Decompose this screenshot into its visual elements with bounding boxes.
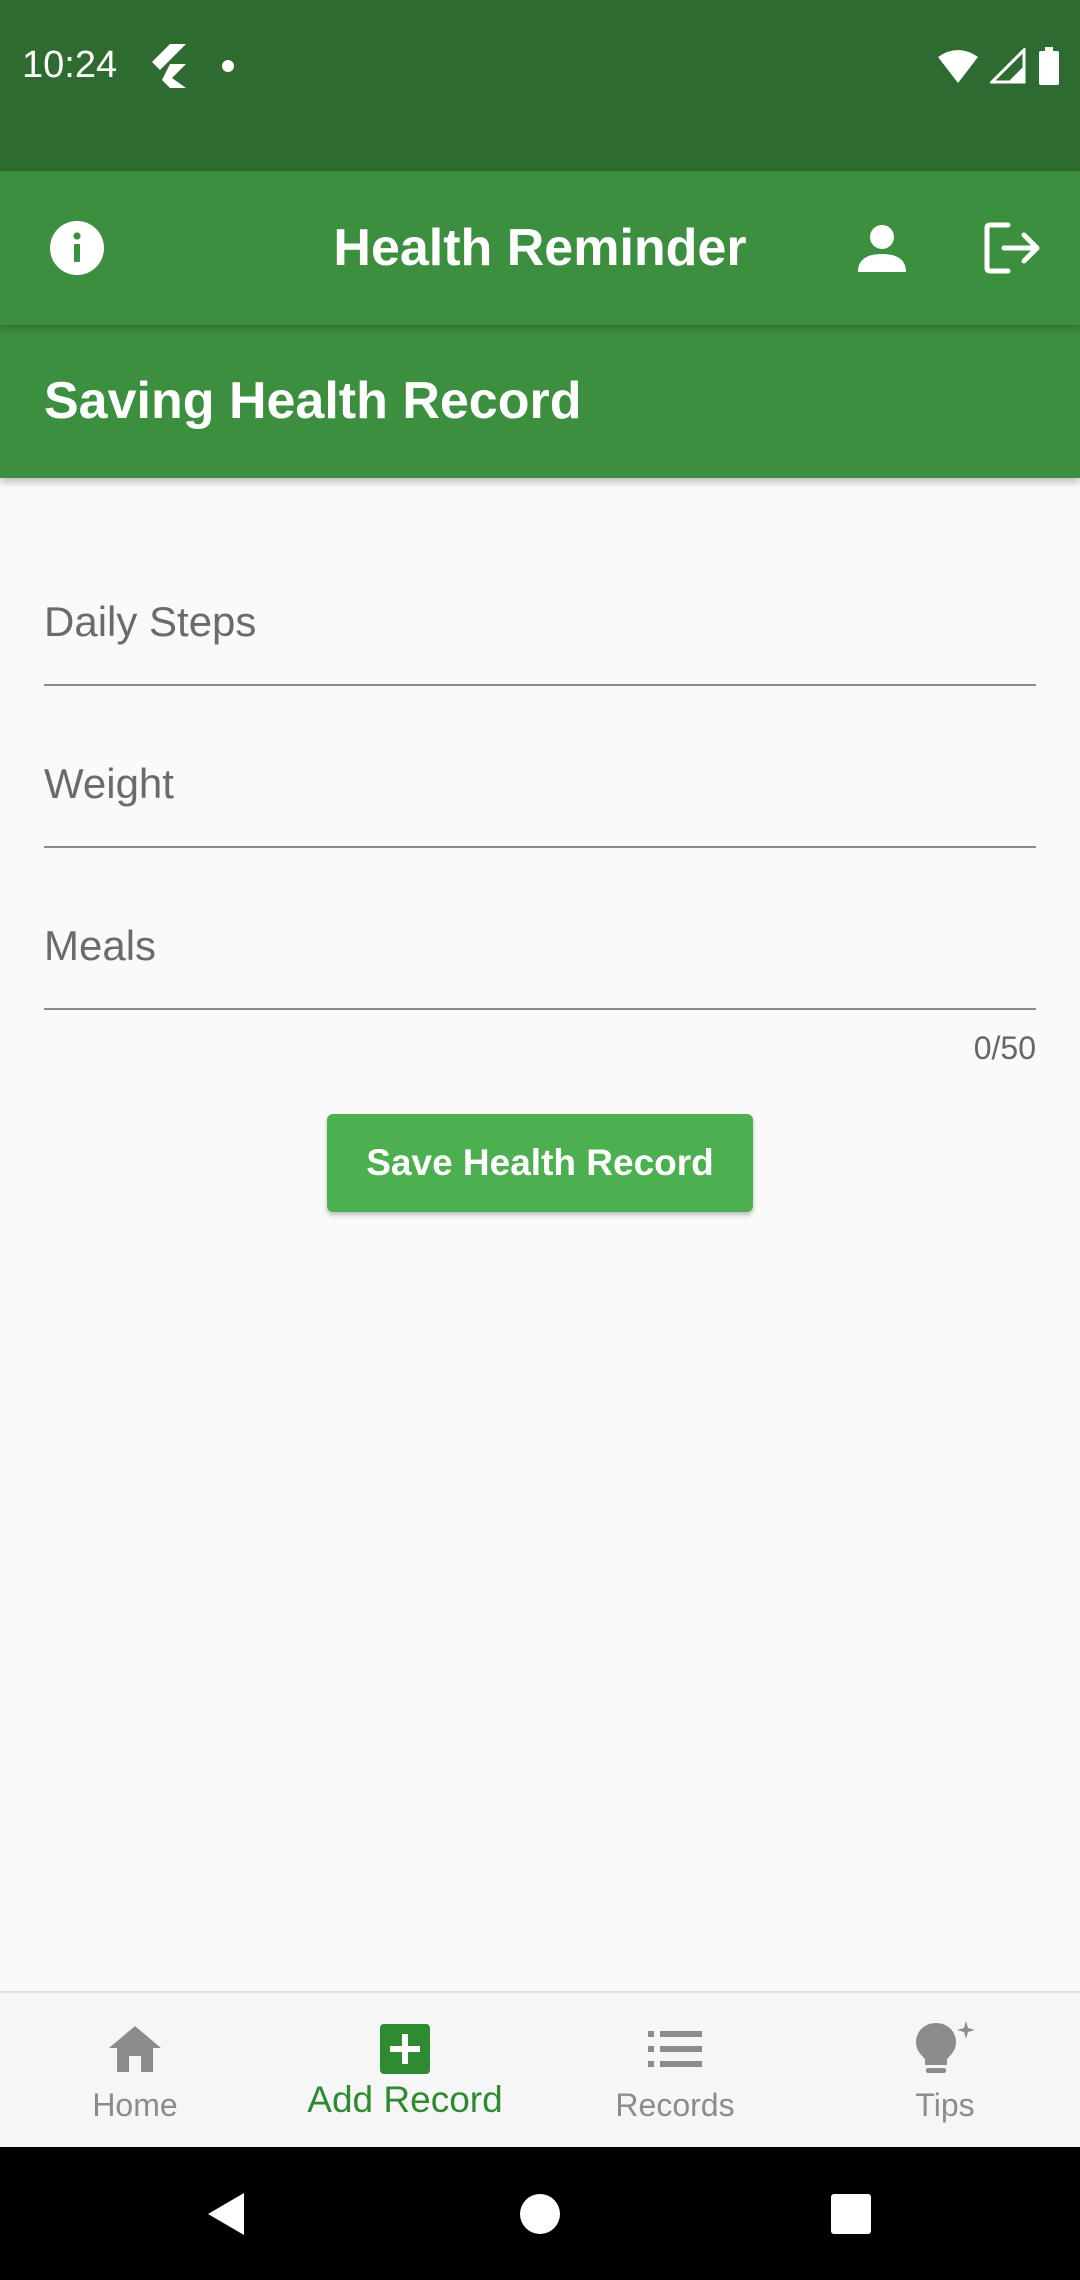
daily-steps-field[interactable]	[44, 560, 1036, 686]
logout-icon	[984, 222, 1040, 274]
lightbulb-icon	[916, 2021, 975, 2073]
status-bar: 10:24	[0, 0, 1080, 171]
system-nav-bar	[0, 2147, 1080, 2280]
daily-steps-input[interactable]	[44, 560, 1036, 684]
nav-label-records: Records	[615, 2087, 735, 2123]
list-icon	[648, 2031, 702, 2067]
nav-item-records[interactable]: Records	[540, 1993, 810, 2149]
app-bar: Health Reminder	[0, 171, 1080, 325]
signal-icon	[990, 48, 1026, 84]
weight-field[interactable]	[44, 722, 1036, 848]
status-time: 10:24	[22, 44, 118, 86]
meals-input[interactable]	[44, 884, 1036, 1008]
meals-character-counter: 0/50	[973, 1030, 1036, 1066]
bottom-nav: Home Add Record Records Tips	[0, 1991, 1080, 2147]
nav-label-tips: Tips	[915, 2087, 975, 2123]
status-icons	[938, 44, 1060, 88]
battery-icon	[1039, 47, 1059, 85]
nav-item-tips[interactable]: Tips	[810, 1993, 1080, 2149]
nav-label-home: Home	[92, 2087, 178, 2123]
add-box-icon	[380, 2024, 430, 2074]
weight-input[interactable]	[44, 722, 1036, 846]
wifi-icon	[938, 50, 978, 83]
section-title: Saving Health Record	[44, 372, 582, 430]
person-icon	[858, 225, 906, 272]
meals-field[interactable]	[44, 884, 1036, 1010]
back-icon[interactable]	[204, 2191, 248, 2237]
profile-button[interactable]	[842, 208, 922, 288]
nav-label-add-record: Add Record	[307, 2079, 503, 2120]
flutter-icon	[152, 44, 186, 88]
nav-item-home[interactable]: Home	[0, 1993, 270, 2149]
home-icon	[109, 2026, 161, 2072]
logout-button[interactable]	[973, 208, 1053, 288]
notification-dot-icon	[222, 60, 234, 72]
home-circle-icon[interactable]	[519, 2193, 561, 2235]
nav-item-add-record[interactable]: Add Record	[270, 1993, 540, 2149]
recents-icon[interactable]	[830, 2193, 872, 2235]
save-health-record-button[interactable]: Save Health Record	[327, 1114, 753, 1212]
section-header: Saving Health Record	[0, 325, 1080, 478]
